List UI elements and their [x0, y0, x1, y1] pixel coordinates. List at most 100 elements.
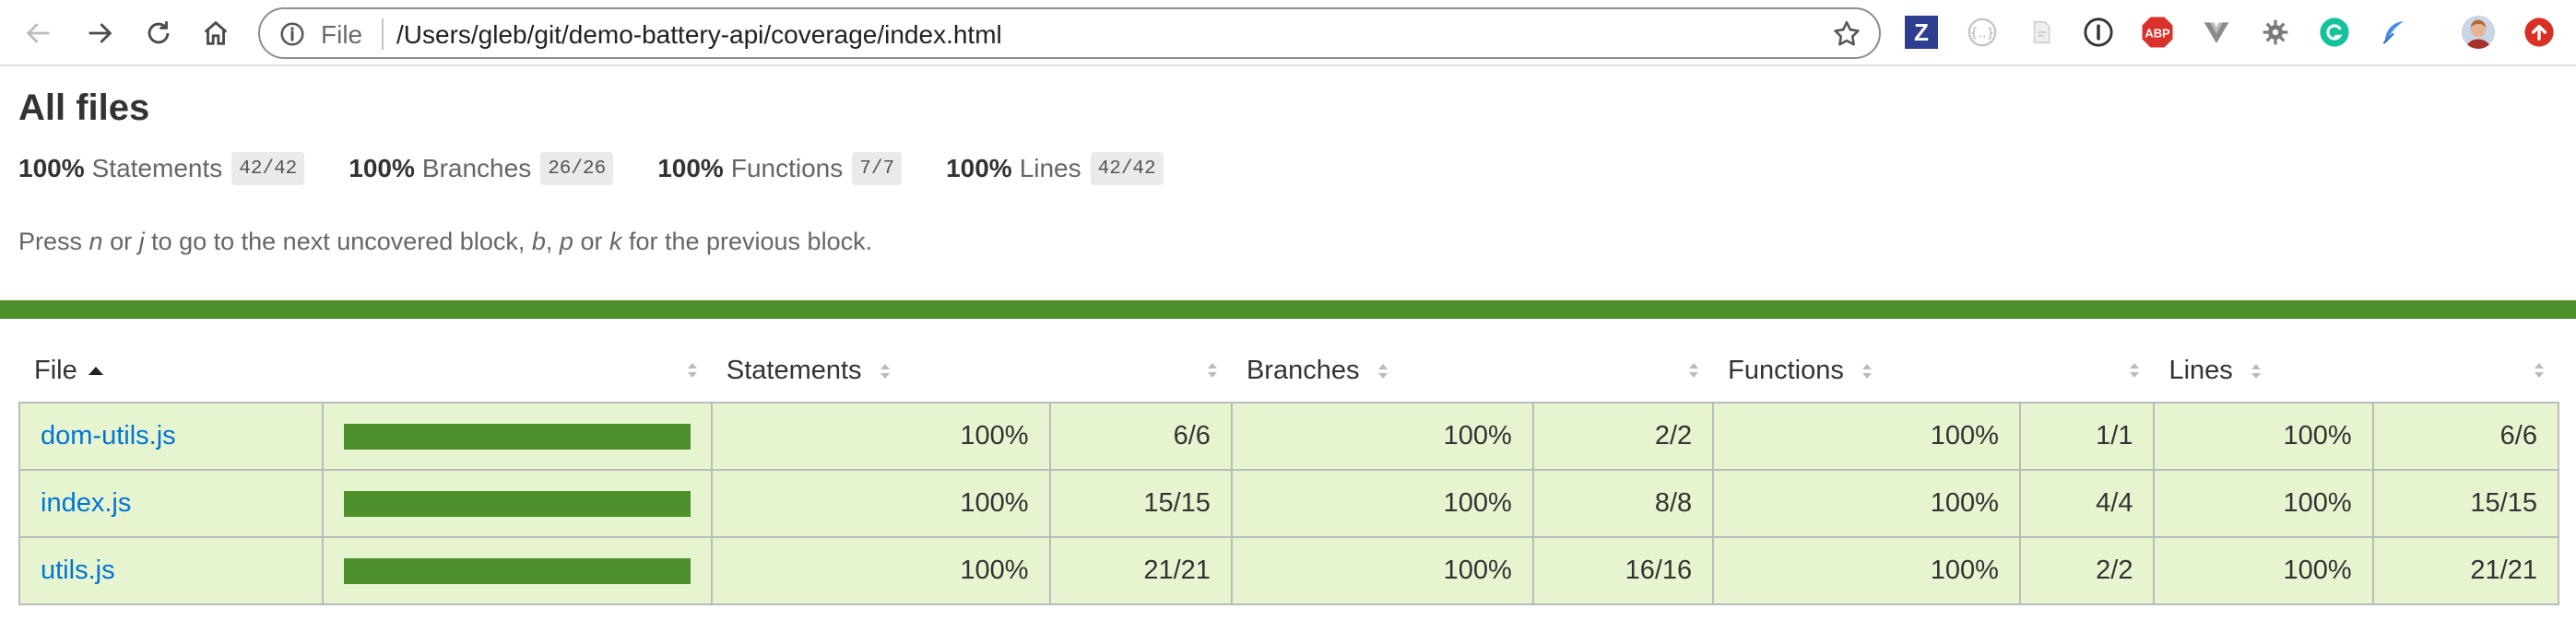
header-statements-label: Statements	[726, 355, 862, 385]
file-cell: utils.js	[18, 536, 324, 605]
sort-ascending-icon	[88, 367, 103, 376]
sort-icon	[1689, 363, 1699, 378]
pdf-extension-icon[interactable]	[2025, 16, 2058, 49]
coverage-table: File Statements Branches Functions Lines…	[18, 339, 2560, 605]
statements-count: 21/21	[1048, 536, 1233, 605]
summary-lines-label: Lines	[1019, 154, 1081, 182]
summary-functions-label: Functions	[730, 154, 844, 182]
summary-lines-pct: 100%	[946, 154, 1012, 182]
grammarly-icon[interactable]	[2318, 16, 2351, 49]
header-statements[interactable]: Statements	[712, 339, 1050, 403]
address-bar[interactable]: File /Users/gleb/git/demo-battery-api/co…	[258, 7, 1881, 59]
hint-text: to go to the next uncovered block,	[144, 228, 532, 255]
sort-icon	[1377, 363, 1388, 379]
vue-devtools-icon[interactable]	[2200, 16, 2233, 49]
reload-button[interactable]	[140, 13, 177, 53]
bookmark-star-icon[interactable]	[1831, 18, 1862, 50]
header-functions-count[interactable]	[2020, 339, 2155, 403]
file-cell: dom-utils.js	[18, 402, 324, 471]
hint-text: or	[573, 228, 609, 255]
header-file[interactable]: File	[19, 339, 323, 403]
branches-pct: 100%	[1230, 469, 1534, 538]
address-url[interactable]: /Users/gleb/git/demo-battery-api/coverag…	[396, 20, 1002, 50]
branches-count: 16/16	[1531, 536, 1715, 605]
lines-count: 15/15	[2371, 469, 2560, 538]
json-viewer-icon[interactable]: {..}	[1966, 16, 1999, 49]
feather-icon[interactable]	[2377, 16, 2410, 49]
hint-key-p: p	[559, 228, 573, 255]
functions-pct: 100%	[1712, 536, 2021, 605]
header-branches-label: Branches	[1246, 355, 1360, 385]
coverage-bar	[343, 423, 691, 450]
address-divider	[382, 18, 384, 50]
header-file-bar[interactable]	[323, 339, 712, 403]
summary-statements-label: Statements	[91, 154, 223, 182]
coverage-bar	[343, 490, 691, 517]
coverage-bar-cell	[321, 402, 713, 471]
adblock-plus-icon[interactable]: ABP	[2141, 16, 2174, 49]
sort-icon	[2251, 363, 2261, 379]
summary-lines-fraction: 42/42	[1090, 152, 1164, 185]
summary-branches-fraction: 26/26	[540, 152, 614, 185]
back-button[interactable]	[20, 13, 57, 53]
hint-text: ,	[545, 228, 560, 255]
info-icon[interactable]	[278, 20, 306, 48]
browser-toolbar: File /Users/gleb/git/demo-battery-api/co…	[0, 0, 2576, 66]
header-branches[interactable]: Branches	[1232, 339, 1533, 403]
table-header-row: File Statements Branches Functions Lines	[19, 339, 2558, 403]
hint-text: for the previous block.	[621, 228, 873, 255]
summary-lines: 100% Lines 42/42	[946, 152, 1164, 185]
profile-avatar[interactable]	[2462, 16, 2495, 49]
hint-text: or	[102, 228, 139, 255]
keyboard-hint: Press n or j to go to the next uncovered…	[18, 228, 872, 256]
file-link[interactable]: index.js	[41, 488, 131, 518]
header-lines[interactable]: Lines	[2154, 339, 2372, 403]
home-button[interactable]	[197, 13, 234, 53]
branches-count: 2/2	[1531, 402, 1715, 471]
coverage-status-bar	[0, 300, 2576, 319]
functions-count: 2/2	[2018, 536, 2156, 605]
update-icon[interactable]	[2523, 16, 2556, 49]
sort-icon	[2535, 363, 2544, 378]
file-link[interactable]: dom-utils.js	[41, 421, 176, 451]
hint-key-b: b	[531, 228, 546, 255]
sort-icon	[1207, 363, 1217, 378]
header-branches-count[interactable]	[1533, 339, 1713, 403]
address-scheme: File	[321, 20, 363, 49]
svg-text:ABP: ABP	[2145, 26, 2170, 40]
statements-count: 15/15	[1048, 469, 1233, 538]
file-link[interactable]: utils.js	[41, 556, 115, 585]
branches-pct: 100%	[1230, 402, 1534, 471]
sort-icon	[2130, 363, 2140, 378]
table-row: index.js 100% 15/15 100% 8/8 100% 4/4 10…	[18, 469, 2560, 538]
table-row: utils.js 100% 21/21 100% 16/16 100% 2/2 …	[18, 536, 2560, 605]
statements-count: 6/6	[1048, 402, 1233, 471]
header-functions[interactable]: Functions	[1713, 339, 2020, 403]
coverage-summary: 100% Statements 42/42 100% Branches 26/2…	[18, 152, 1208, 185]
lines-pct: 100%	[2153, 469, 2374, 538]
statements-pct: 100%	[710, 402, 1051, 471]
lines-pct: 100%	[2153, 536, 2374, 605]
svg-text:{..}: {..}	[1969, 27, 1994, 41]
header-statements-count[interactable]	[1050, 339, 1232, 403]
functions-pct: 100%	[1712, 402, 2021, 471]
hint-text: Press	[18, 228, 89, 255]
sort-icon	[880, 363, 890, 379]
summary-functions-pct: 100%	[657, 154, 724, 182]
page-title: All files	[18, 88, 150, 128]
branches-count: 8/8	[1531, 469, 1715, 538]
zotero-icon[interactable]: Z	[1905, 16, 1938, 49]
summary-statements-fraction: 42/42	[231, 152, 305, 185]
header-lines-label: Lines	[2168, 355, 2233, 385]
header-lines-count[interactable]	[2373, 339, 2558, 403]
sort-icon	[1861, 363, 1872, 379]
settings-cog-icon[interactable]	[2259, 16, 2292, 49]
file-cell: index.js	[18, 469, 324, 538]
forward-button[interactable]	[81, 13, 118, 53]
reload-icon	[148, 21, 170, 44]
onepassword-icon[interactable]	[2082, 16, 2115, 49]
hint-key-k: k	[609, 228, 622, 255]
summary-functions: 100% Functions 7/7	[657, 152, 903, 185]
header-file-label: File	[34, 355, 77, 385]
summary-statements-pct: 100%	[18, 154, 85, 182]
